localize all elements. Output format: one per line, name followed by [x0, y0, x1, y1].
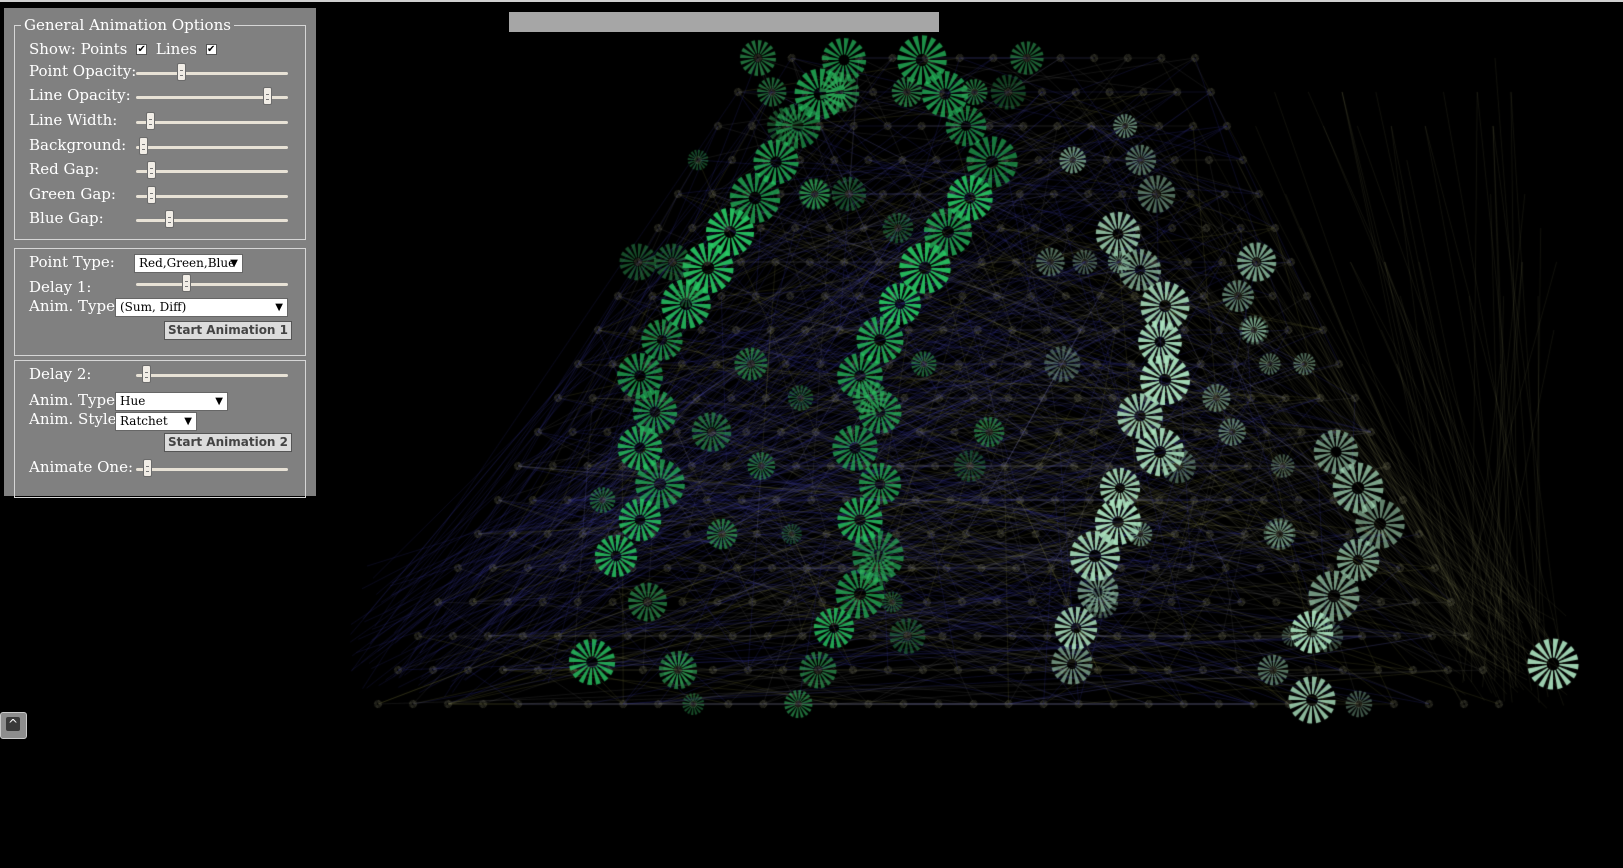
- dropdown-arrow-icon: ▼: [184, 416, 192, 427]
- collapse-panel-button[interactable]: ^: [0, 712, 27, 739]
- animate-one-label: Animate One:: [29, 458, 134, 476]
- point-type-select[interactable]: Red,Green,Blue ▼: [134, 254, 243, 273]
- caret-up-icon: ^: [6, 717, 20, 731]
- dropdown-arrow-icon: ▼: [275, 302, 283, 313]
- delay2-slider-track: [136, 374, 288, 377]
- anim-type1-label: Anim. Type:: [29, 297, 121, 315]
- top-border: [0, 0, 1623, 2]
- green-gap-slider[interactable]: [147, 186, 157, 204]
- animate-one-slider-track: [136, 468, 288, 471]
- progress-bar: [509, 12, 939, 32]
- blue-gap-slider[interactable]: [164, 210, 174, 228]
- point-opacity-slider[interactable]: [177, 63, 187, 81]
- anim-type1-value: (Sum, Diff): [120, 300, 187, 314]
- blue-gap-slider-track: [136, 219, 288, 222]
- points-label: Points: [80, 40, 128, 58]
- panel-title: General Animation Options: [24, 16, 231, 34]
- blue-gap-label: Blue Gap:: [29, 209, 104, 227]
- animate-one-slider[interactable]: [143, 459, 153, 477]
- line-opacity-slider[interactable]: [263, 87, 273, 105]
- red-gap-slider[interactable]: [147, 161, 157, 179]
- point-type-label: Point Type:: [29, 253, 115, 271]
- start-animation-1-button[interactable]: Start Animation 1: [164, 321, 292, 340]
- background-label: Background:: [29, 136, 127, 154]
- delay2-label: Delay 2:: [29, 365, 92, 383]
- anim-type2-select[interactable]: Hue ▼: [115, 392, 228, 411]
- delay1-slider-track: [136, 283, 288, 286]
- animation-options-panel: General Animation Options Show: Points ✔…: [4, 8, 316, 498]
- red-gap-slider-track: [136, 170, 288, 173]
- point-opacity-slider-track: [136, 72, 288, 75]
- line-width-slider-track: [136, 121, 288, 124]
- point-opacity-label: Point Opacity:: [29, 62, 137, 80]
- anim-type2-value: Hue: [120, 394, 146, 408]
- line-width-slider[interactable]: [146, 112, 155, 130]
- green-gap-label: Green Gap:: [29, 185, 116, 203]
- delay2-slider[interactable]: [141, 365, 151, 383]
- point-type-value: Red,Green,Blue: [139, 256, 236, 270]
- lines-label: Lines: [155, 40, 197, 58]
- dropdown-arrow-icon: ▼: [230, 258, 238, 269]
- line-width-label: Line Width:: [29, 111, 118, 129]
- anim-style-value: Ratchet: [120, 414, 168, 428]
- show-row: Show: Points ✔ Lines ✔: [29, 40, 221, 58]
- start-animation-2-button[interactable]: Start Animation 2: [164, 433, 292, 452]
- anim-type1-select[interactable]: (Sum, Diff) ▼: [115, 298, 288, 317]
- delay1-label: Delay 1:: [29, 278, 92, 296]
- show-label: Show:: [29, 40, 76, 58]
- lines-checkbox[interactable]: ✔: [205, 43, 217, 55]
- dropdown-arrow-icon: ▼: [215, 396, 223, 407]
- anim-style-label: Anim. Style:: [29, 410, 122, 428]
- delay1-slider[interactable]: [181, 274, 191, 292]
- line-opacity-label: Line Opacity:: [29, 86, 131, 104]
- red-gap-label: Red Gap:: [29, 160, 100, 178]
- background-slider-track: [136, 146, 288, 149]
- anim-style-select[interactable]: Ratchet ▼: [115, 412, 197, 431]
- anim-type2-label: Anim. Type:: [29, 391, 121, 409]
- points-checkbox[interactable]: ✔: [136, 43, 148, 55]
- background-slider[interactable]: [138, 137, 148, 155]
- green-gap-slider-track: [136, 195, 288, 198]
